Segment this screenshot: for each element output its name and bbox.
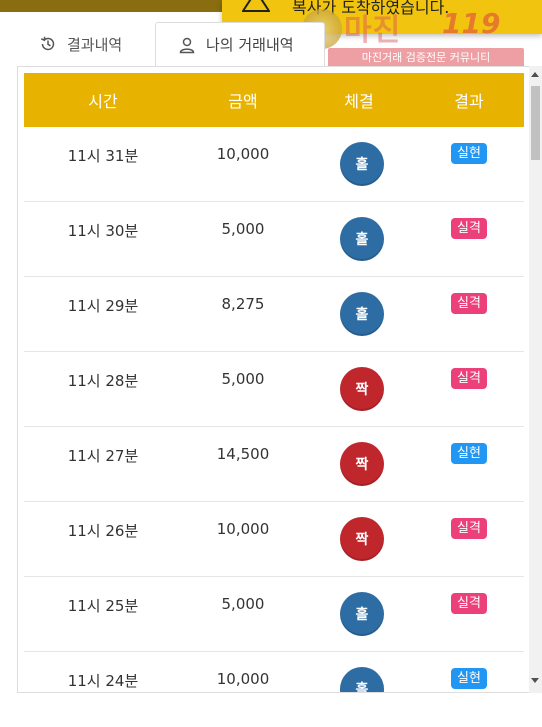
tab-results[interactable]: 결과내역	[17, 22, 155, 66]
row-amount: 8,275	[221, 295, 265, 313]
row-time: 11시 31분	[67, 147, 139, 165]
watermark-tagline: 마진거래 검증전문 커뮤니티	[328, 48, 524, 68]
header-amount: 금액	[228, 92, 258, 111]
trade-history-panel: 시간 금액 체결 결과 11시 31분 10,000 홀 실현 11시 30분 …	[17, 66, 542, 693]
table-body: 11시 31분 10,000 홀 실현 11시 30분 5,000 홀 실격 1…	[24, 127, 524, 692]
table-row: 11시 26분 10,000 짝 실격	[24, 502, 524, 577]
even-ball-marker: 짝	[340, 367, 384, 411]
result-badge: 실현	[451, 668, 487, 689]
tab-results-label: 결과내역	[67, 35, 123, 54]
tab-my-trades-label: 나의 거래내역	[206, 36, 294, 54]
result-badge: 실현	[451, 143, 487, 164]
row-time: 11시 27분	[67, 447, 139, 465]
warning-icon	[242, 0, 270, 12]
row-time: 11시 25분	[67, 597, 139, 615]
odd-ball-marker: 홀	[340, 292, 384, 336]
row-amount: 10,000	[216, 520, 270, 538]
odd-ball-marker: 홀	[340, 592, 384, 636]
site-watermark: 마진 119 마진거래 검증전문 커뮤니티	[300, 5, 528, 68]
odd-ball-marker: 홀	[340, 217, 384, 261]
result-badge: 실격	[451, 518, 487, 539]
table-row: 11시 28분 5,000 짝 실격	[24, 352, 524, 427]
scroll-thumb[interactable]	[531, 86, 540, 160]
tab-my-trades[interactable]: 나의 거래내역	[155, 22, 325, 66]
watermark-number: 119	[442, 7, 501, 40]
table-row: 11시 30분 5,000 홀 실격	[24, 202, 524, 277]
table-row: 11시 25분 5,000 홀 실격	[24, 577, 524, 652]
row-amount: 5,000	[221, 595, 265, 613]
odd-ball-marker: 홀	[340, 142, 384, 186]
even-ball-marker: 짝	[340, 517, 384, 561]
result-badge: 실격	[451, 368, 487, 389]
header-result: 결과	[454, 92, 484, 111]
header-fill: 체결	[344, 92, 374, 111]
table-header: 시간 금액 체결 결과	[24, 73, 524, 127]
vertical-scrollbar[interactable]	[529, 66, 542, 693]
row-time: 11시 24분	[67, 672, 139, 690]
scroll-up-arrow-icon[interactable]	[531, 72, 539, 77]
scroll-down-arrow-icon[interactable]	[531, 678, 539, 683]
header-time: 시간	[88, 92, 118, 111]
table-row: 11시 27분 14,500 짝 실현	[24, 427, 524, 502]
table-row: 11시 24분 10,000 홀 실현	[24, 652, 524, 692]
row-amount: 10,000	[216, 145, 270, 163]
row-amount: 14,500	[216, 445, 270, 463]
result-badge: 실현	[451, 443, 487, 464]
watermark-title: 마진	[344, 13, 402, 48]
even-ball-marker: 짝	[340, 442, 384, 486]
result-badge: 실격	[451, 593, 487, 614]
row-time: 11시 30분	[67, 222, 139, 240]
table-row: 11시 29분 8,275 홀 실격	[24, 277, 524, 352]
result-badge: 실격	[451, 218, 487, 239]
row-amount: 10,000	[216, 670, 270, 688]
tab-bar: 결과내역 나의 거래내역	[17, 22, 325, 66]
row-time: 11시 28분	[67, 372, 139, 390]
row-time: 11시 26분	[67, 522, 139, 540]
table-row: 11시 31분 10,000 홀 실현	[24, 127, 524, 202]
user-icon	[179, 37, 195, 53]
odd-ball-marker: 홀	[340, 667, 384, 692]
row-amount: 5,000	[221, 370, 265, 388]
history-icon	[40, 36, 55, 51]
result-badge: 실격	[451, 293, 487, 314]
row-amount: 5,000	[221, 220, 265, 238]
row-time: 11시 29분	[67, 297, 139, 315]
